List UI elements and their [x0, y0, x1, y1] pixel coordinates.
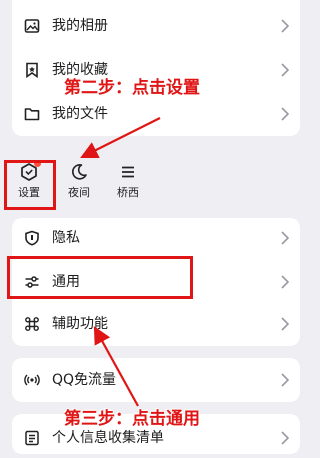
qq-free-data-card: QQ免流量 [12, 358, 300, 402]
top-menu-card: 我的相册 我的收藏 我的文件 [12, 0, 300, 136]
list-document-icon [25, 430, 39, 446]
highlight-box-settings-tab [4, 160, 56, 210]
settings-item-qq-free-data[interactable]: QQ免流量 [12, 360, 300, 400]
folder-icon [24, 108, 40, 121]
chevron-right-icon [281, 275, 290, 289]
chevron-right-icon [281, 317, 290, 331]
settings-item-label: 隐私 [52, 230, 80, 246]
signal-icon [24, 374, 40, 386]
chevron-right-icon [281, 107, 290, 121]
menu-item-album[interactable]: 我的相册 [12, 6, 300, 46]
menu-item-files[interactable]: 我的文件 [12, 94, 300, 134]
moon-icon [71, 163, 87, 180]
menu-item-label: 我的相册 [52, 18, 108, 34]
settings-item-label: 辅助功能 [52, 316, 108, 332]
chevron-right-icon [281, 63, 290, 77]
menu-item-label: 我的文件 [52, 106, 108, 122]
menu-lines-icon [122, 166, 134, 178]
annotation-step3: 第三步：点击通用 [64, 409, 200, 429]
highlight-box-general [7, 256, 193, 299]
bookmark-icon [26, 62, 38, 78]
settings-item-label: 个人信息收集清单 [52, 430, 164, 446]
settings-item-privacy[interactable]: 隐私 [12, 218, 300, 258]
command-icon [25, 317, 39, 331]
tab-qiaoxi[interactable]: 桥西 [108, 156, 148, 206]
shield-icon [25, 230, 39, 246]
tab-night-mode[interactable]: 夜间 [59, 156, 99, 206]
photo-album-icon [24, 19, 40, 33]
tab-label: 桥西 [117, 186, 139, 199]
annotation-step2: 第二步：点击设置 [64, 78, 200, 98]
chevron-right-icon [281, 431, 290, 445]
chevron-right-icon [281, 231, 290, 245]
chevron-right-icon [281, 373, 290, 387]
tab-label: 夜间 [68, 186, 90, 199]
settings-item-accessibility[interactable]: 辅助功能 [12, 304, 300, 344]
settings-item-label: QQ免流量 [52, 372, 117, 388]
chevron-right-icon [281, 19, 290, 33]
